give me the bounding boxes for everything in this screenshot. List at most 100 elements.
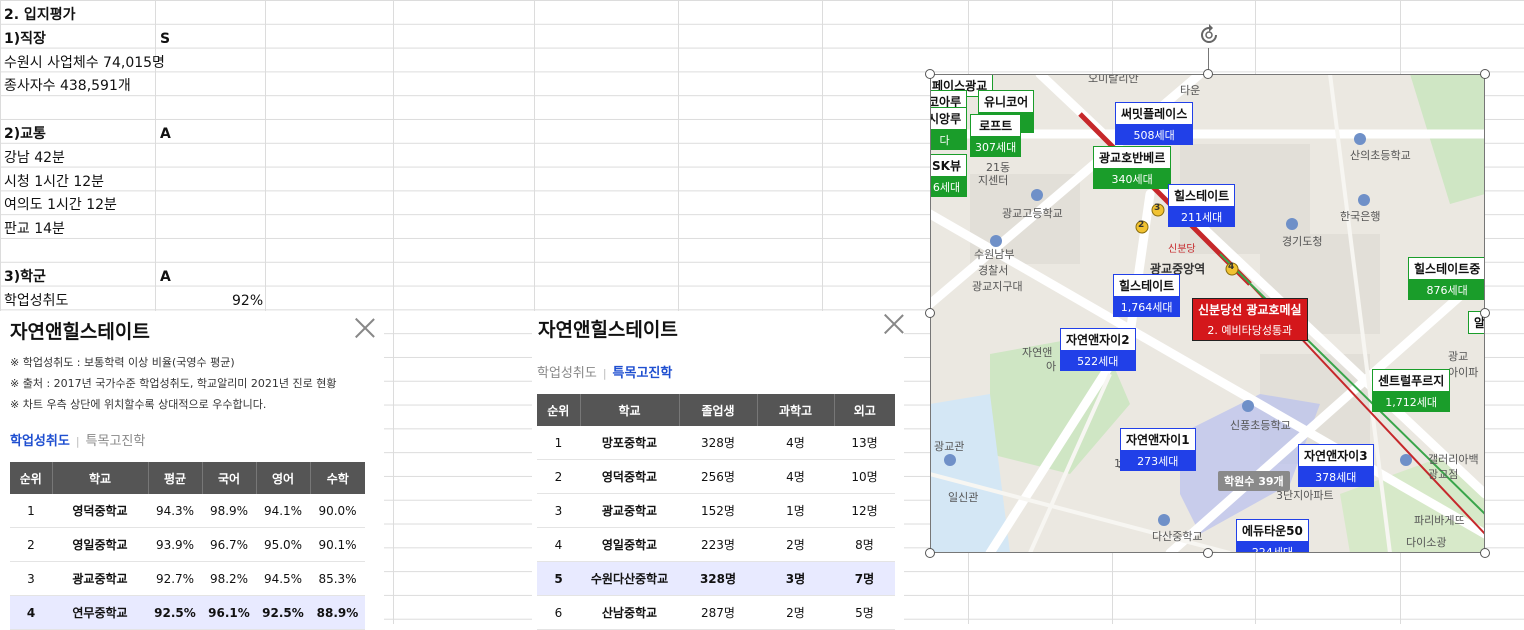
cell-a[interactable]: 수원시 사업체수 74,015명 [4,51,165,75]
marker-units: 876세대 [1408,280,1485,300]
tab-separator: | [75,435,80,448]
tab-academic-achievement[interactable]: 학업성취도 [537,366,597,381]
apartment-marker[interactable]: 센트럴푸르지 1,712세대 [1372,369,1451,412]
cell-a[interactable]: 3)학군 [4,265,46,289]
table-cell: 90.0% [310,494,365,528]
cell-a[interactable]: 2. 입지평가 [4,3,75,27]
apartment-marker[interactable]: 시앙루 다 [930,107,968,150]
close-icon[interactable] [354,317,376,339]
apartment-marker[interactable]: 로프트 307세대 [970,114,1022,157]
rotate-icon[interactable] [1196,22,1222,48]
table-row[interactable]: 4 연무중학교 92.5% 96.1% 92.5% 88.9% [10,595,365,630]
map-label: 다이소광 [1406,536,1447,549]
table-cell: 85.3% [310,561,365,596]
cell-c[interactable]: 92% [232,289,263,313]
table-cell: 152명 [679,493,757,528]
resize-handle[interactable] [1480,548,1490,558]
map-image[interactable]: 324 오미탈리안 타운 산의초등학교 광교고등학교 한국은행 경기도청 수원남부 경찰서 광교… [930,74,1485,553]
cell-a[interactable]: 학업성취도 [4,289,68,313]
marker-name: 힐스테이트 [1168,184,1236,207]
apartment-marker[interactable]: 자연앤자이1 273세대 [1120,428,1196,471]
resize-handle[interactable] [1203,548,1213,558]
column-header: 학교 [579,394,679,426]
resize-handle[interactable] [925,308,935,318]
cell-b[interactable]: S [160,27,170,51]
table-cell: 2명 [757,595,834,630]
school-name: 산남중학교 [580,595,679,630]
table-row[interactable]: 3 광교중학교 92.7% 98.2% 94.5% 85.3% [10,561,365,596]
table-cell: 98.2% [202,561,256,596]
tab-special-high-school[interactable]: 특목고진학 [613,366,673,381]
column-header: 수학 [309,462,365,494]
school-icon [1031,189,1043,201]
cell-a[interactable]: 1)직장 [4,27,46,51]
resize-handle[interactable] [1480,69,1490,79]
apartment-marker[interactable]: 자연앤자이2 522세대 [1060,328,1136,371]
resize-handle[interactable] [925,69,935,79]
table-row[interactable]: 1 망포중학교 328명 4명 13명 [537,426,895,460]
table-cell: 3명 [757,561,834,596]
map-label: 산의초등학교 [1350,149,1411,162]
apartment-marker[interactable]: 힐스테이트 211세대 [1168,184,1236,227]
apartment-marker[interactable]: SK뷰 6세대 [930,154,967,197]
table-cell: 8명 [834,527,895,562]
bank-icon [1358,194,1370,206]
map-label: 광교관 [934,440,965,453]
table-cell: 92.7% [148,561,202,596]
marker-units: 522세대 [1060,351,1136,371]
cell-a[interactable]: 여의도 1시간 12분 [4,193,117,217]
popup-special-high-school: 자연앤힐스테이트 학업성취도 | 특목고진학 순위 학교 졸업생 과학고 외고 1 망포중학교… [532,311,905,630]
marker-units: 224세대 [1236,542,1309,553]
marker-units: 378세대 [1298,467,1374,487]
apartment-marker[interactable]: 자연앤자이3 378세대 [1298,444,1374,487]
table-cell: 5명 [834,595,895,630]
apartment-marker[interactable]: 힐스테이트 1,764세대 [1113,274,1181,317]
close-icon[interactable] [883,313,905,335]
table-row[interactable]: 2 영덕중학교 256명 4명 10명 [537,459,895,494]
cell-a[interactable]: 종사자수 438,591개 [4,74,131,98]
table-cell: 1 [537,426,580,460]
note-line: ※ 차트 우측 상단에 위치할수록 상대적으로 우수합니다. [10,398,267,411]
apartment-marker[interactable]: 신분당선 광교호메실 2. 예비타당성통과 [1192,298,1308,341]
column-header: 졸업생 [678,394,757,426]
cell-a[interactable]: 2)교통 [4,122,46,146]
popup-title: 자연앤힐스테이트 [10,321,150,343]
apartment-marker[interactable]: 힐스테이트중 876세대 [1408,257,1485,300]
apartment-marker[interactable]: 에듀타운50 224세대 [1236,519,1309,553]
map-label: 타운 [1180,84,1201,97]
cell-a[interactable]: 판교 14분 [4,217,65,241]
marker-units: 1,764세대 [1113,297,1181,317]
school-name: 영일중학교 [52,527,148,562]
table-row[interactable]: 4 영일중학교 223명 2명 8명 [537,527,895,562]
marker-units: 6세대 [930,177,967,197]
table-row[interactable]: 1 영덕중학교 94.3% 98.9% 94.1% 90.0% [10,494,365,528]
shopping-icon [1400,454,1412,466]
table-row[interactable]: 2 영일중학교 93.9% 96.7% 95.0% 90.1% [10,527,365,562]
cell-b[interactable]: A [160,265,171,289]
marker-name: 유니코어 [978,90,1035,113]
resize-handle[interactable] [1480,308,1490,318]
academy-count-badge[interactable]: 학원수 39개 [1218,471,1290,491]
cell-a[interactable]: 강남 42분 [4,146,65,170]
cell-b[interactable]: A [160,122,171,146]
tab-academic-achievement[interactable]: 학업성취도 [10,434,70,449]
table-cell: 328명 [679,426,757,460]
table-cell: 94.3% [148,494,202,528]
note-line: ※ 학업성취도 : 보통학력 이상 비율(국영수 평균) [10,356,235,369]
apartment-marker[interactable]: 써밋플레이스 508세대 [1115,102,1194,145]
table-row[interactable]: 6 산남중학교 287명 2명 5명 [537,595,895,630]
resize-handle[interactable] [1203,69,1213,79]
column-header: 과학고 [756,394,834,426]
column-header: 외고 [833,394,895,426]
table-cell: 93.9% [148,527,202,562]
table-row[interactable]: 5 수원다산중학교 328명 3명 7명 [537,561,895,596]
cell-a[interactable]: 시청 1시간 12분 [4,170,104,194]
table-cell: 2 [537,459,580,494]
tab-special-high-school[interactable]: 특목고진학 [86,434,146,449]
apartment-marker[interactable]: 광교호반베르 340세대 [1093,146,1172,189]
table-row[interactable]: 3 광교중학교 152명 1명 12명 [537,493,895,528]
table-cell: 12명 [834,493,895,528]
building-icon [944,454,956,466]
table-cell: 95.0% [256,527,310,562]
resize-handle[interactable] [925,548,935,558]
